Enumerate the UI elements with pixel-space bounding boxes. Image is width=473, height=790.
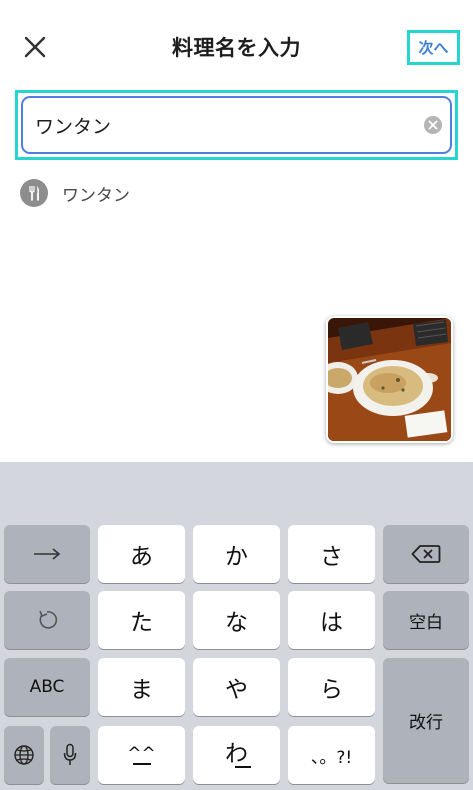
underline-mark <box>132 762 151 765</box>
key-punct-label: 、。?! <box>310 747 353 768</box>
key-ka[interactable]: か <box>193 525 280 583</box>
fork-knife-icon <box>20 179 48 207</box>
next-button[interactable]: 次へ <box>407 30 460 65</box>
key-globe[interactable] <box>4 726 44 784</box>
key-space-label: 空白 <box>409 612 443 633</box>
dish-name-field-container <box>15 90 458 160</box>
key-dictation[interactable] <box>50 726 90 784</box>
key-wa-label: わ <box>225 741 248 767</box>
dish-photo-image <box>328 318 451 441</box>
key-return-label: 改行 <box>409 713 443 733</box>
suggestion-label: ワンタン <box>62 185 130 206</box>
key-a[interactable]: あ <box>98 525 185 583</box>
key-return[interactable]: 改行 <box>383 658 469 783</box>
globe-icon <box>14 745 34 765</box>
key-na[interactable]: な <box>193 591 280 649</box>
japanese-keyboard: あ か さ た な は 空白 ABC ま や ら 改行 ^^ わ 、。?! <box>0 462 473 790</box>
arrow-right-icon <box>34 548 61 560</box>
key-emoji-kaomoji[interactable]: ^^ <box>98 726 185 784</box>
key-abc-label: ABC <box>29 677 65 697</box>
key-space[interactable]: 空白 <box>383 591 469 649</box>
dish-name-input[interactable] <box>35 114 395 136</box>
key-sa[interactable]: さ <box>288 525 375 583</box>
page-title: 料理名を入力 <box>172 36 301 60</box>
key-undo[interactable] <box>4 591 90 649</box>
undo-icon <box>39 610 58 629</box>
key-delete[interactable] <box>383 525 469 583</box>
key-wa[interactable]: わ <box>193 726 280 784</box>
key-ma[interactable]: ま <box>98 658 185 716</box>
key-ra[interactable]: ら <box>288 658 375 716</box>
underline-mark <box>234 766 251 768</box>
clear-icon <box>428 120 438 130</box>
key-ya[interactable]: や <box>193 658 280 716</box>
key-abc[interactable]: ABC <box>4 658 90 716</box>
suggestion-item[interactable]: ワンタン <box>20 178 130 208</box>
dish-photo-thumbnail[interactable] <box>326 316 453 443</box>
key-ha[interactable]: は <box>288 591 375 649</box>
key-emoji-label: ^^ <box>127 743 156 764</box>
dish-name-field[interactable] <box>21 96 452 154</box>
key-ta[interactable]: た <box>98 591 185 649</box>
key-next-candidate[interactable] <box>4 525 90 583</box>
clear-input-button[interactable] <box>424 116 442 134</box>
backspace-icon <box>411 545 441 563</box>
key-punctuation[interactable]: 、。?! <box>288 726 375 784</box>
header: 料理名を入力 次へ <box>0 0 473 92</box>
microphone-icon <box>63 743 77 765</box>
